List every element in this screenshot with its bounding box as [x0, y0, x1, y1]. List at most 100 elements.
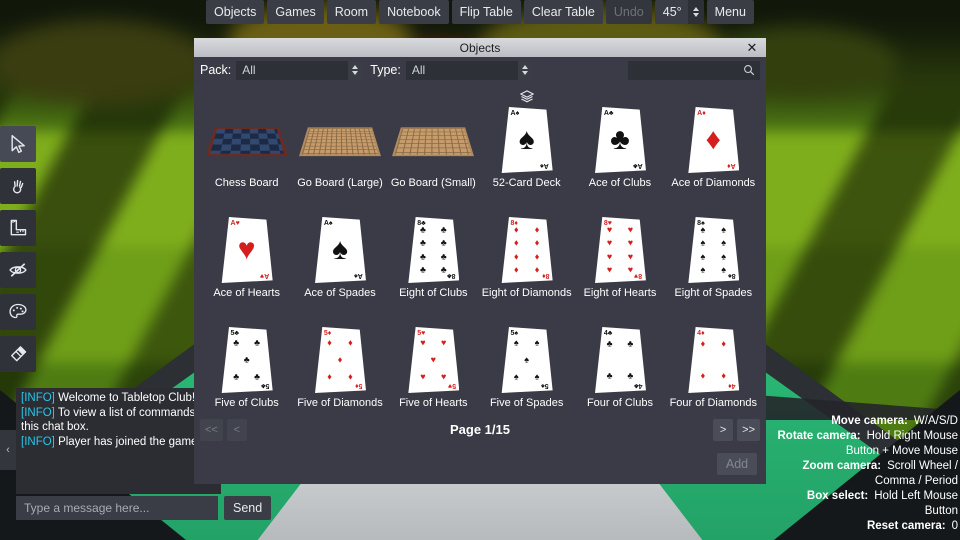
object-thumbnail: A♣ A♣ ♣ — [573, 105, 666, 175]
card-pip: ♦ — [721, 338, 726, 349]
object-item[interactable]: 5♦ 5♦ ♦ ♦ ♦ ♦ ♦ Five of Diamonds — [293, 307, 386, 417]
object-item[interactable]: 8♥ 8♥ ♥ ♥ ♥ ♥ ♥ ♥ ♥ ♥ Eight of Hearts — [573, 197, 666, 307]
card-pip: ♠ — [513, 371, 519, 382]
objects-grid: Chess Board Go Board (Large) Go Board (Sma… — [194, 83, 766, 417]
chat-log[interactable]: [INFO] Welcome to Tabletop Club! [INFO] T… — [16, 388, 221, 449]
object-item[interactable]: Go Board (Large) — [293, 87, 386, 197]
chat-line: this chat box. — [21, 420, 217, 435]
card-pip: ♥ — [237, 233, 256, 266]
card-pip: ♦ — [700, 338, 706, 349]
card-pip: ♣ — [440, 237, 447, 248]
add-button[interactable]: Add — [717, 453, 757, 475]
card-pip: ♠ — [721, 237, 727, 248]
erase-tool[interactable] — [0, 336, 36, 372]
chat-info-tag: [INFO] — [21, 406, 58, 419]
search-input[interactable] — [628, 60, 760, 80]
hint-row: Box select: Hold Left Mouse — [770, 489, 960, 504]
next-page-button[interactable]: > — [713, 419, 734, 441]
object-item[interactable]: A♣ A♣ ♣ Ace of Clubs — [573, 87, 666, 197]
hint-key: Move camera: — [831, 415, 908, 427]
pack-filter-select[interactable]: All — [236, 60, 363, 80]
object-item[interactable]: A♠ A♠ ♠ 52-Card Deck — [480, 87, 573, 197]
dialog-filters: Pack: All Type: All — [194, 57, 766, 83]
card-pip: ♦ — [534, 224, 540, 235]
hide-tool[interactable] — [0, 252, 36, 288]
card-pip: ♥ — [441, 371, 447, 382]
hint-row: Button + Move Mouse — [770, 444, 960, 459]
toolbar-notebook-button[interactable]: Notebook — [379, 0, 449, 24]
card-pip: ♠ — [721, 264, 727, 275]
card-pip: ♣ — [254, 371, 260, 382]
search-icon — [744, 65, 755, 76]
object-item[interactable]: 8♠ 8♠ ♠ ♠ ♠ ♠ ♠ ♠ ♠ ♠ Eight of Spades — [667, 197, 760, 307]
hint-value: Hold Left Mouse — [874, 490, 958, 502]
board-thumbnail — [205, 127, 288, 157]
hint-value: W/A/S/D — [913, 415, 958, 427]
chat-collapse-button[interactable]: ‹ — [0, 430, 16, 470]
object-label: Go Board (Small) — [390, 177, 476, 189]
toolbar-objects-button[interactable]: Objects — [206, 0, 265, 24]
table-front-edge — [250, 478, 710, 540]
object-item[interactable]: 5♥ 5♥ ♥ ♥ ♥ ♥ ♥ Five of Hearts — [387, 307, 480, 417]
object-item[interactable]: Go Board (Small) — [387, 87, 480, 197]
angle-stepper[interactable]: 45° — [654, 0, 704, 24]
object-thumbnail — [200, 105, 293, 175]
card-face: 8♠ 8♠ ♠ ♠ ♠ ♠ ♠ ♠ ♠ ♠ — [688, 217, 740, 283]
toolbar-clear-table-button[interactable]: Clear Table — [523, 0, 603, 24]
grab-tool[interactable] — [0, 168, 36, 204]
card-face: 8♥ 8♥ ♥ ♥ ♥ ♥ ♥ ♥ ♥ ♥ — [595, 217, 646, 283]
cursor-icon — [8, 134, 28, 154]
card-pip: ♠ — [700, 237, 706, 248]
measure-tool[interactable] — [0, 210, 36, 246]
object-item[interactable]: 8♦ 8♦ ♦ ♦ ♦ ♦ ♦ ♦ ♦ ♦ Eight of Diamonds — [480, 197, 573, 307]
object-label: Eight of Diamonds — [481, 287, 572, 299]
object-item[interactable]: 5♠ 5♠ ♠ ♠ ♠ ♠ ♠ Five of Spades — [480, 307, 573, 417]
chevron-updown-icon[interactable] — [687, 0, 704, 24]
object-label: Eight of Spades — [674, 287, 753, 299]
object-label: Five of Diamonds — [297, 397, 383, 409]
pack-filter-value: All — [242, 63, 256, 77]
card-pip: ♠ — [700, 264, 706, 275]
object-item[interactable]: 5♣ 5♣ ♣ ♣ ♣ ♣ ♣ Five of Clubs — [200, 307, 293, 417]
object-label: Chess Board — [214, 177, 279, 189]
card-pip: ♣ — [606, 338, 613, 349]
dialog-titlebar[interactable]: Objects ✕ — [194, 38, 766, 57]
select-tool[interactable] — [0, 126, 36, 162]
object-label: Ace of Hearts — [213, 287, 280, 299]
object-item[interactable]: A♠ A♠ ♠ Ace of Spades — [293, 197, 386, 307]
hint-value: Comma / Period — [874, 475, 958, 487]
card-pip: ♥ — [420, 371, 426, 382]
hint-value: Button + Move Mouse — [845, 445, 958, 457]
object-item[interactable]: 4♣ 4♣ ♣ ♣ ♣ ♣ Four of Clubs — [573, 307, 666, 417]
toolbar-flip-table-button[interactable]: Flip Table — [451, 0, 521, 24]
toolbar-room-button[interactable]: Room — [326, 0, 377, 24]
chat-input[interactable] — [16, 496, 218, 520]
object-item[interactable]: Chess Board — [200, 87, 293, 197]
object-item[interactable]: A♥ A♥ ♥ Ace of Hearts — [200, 197, 293, 307]
paint-tool[interactable] — [0, 294, 36, 330]
object-thumbnail: 8♥ 8♥ ♥ ♥ ♥ ♥ ♥ ♥ ♥ ♥ — [573, 215, 666, 285]
card-pip: ♦ — [513, 264, 519, 275]
grid-row: 5♣ 5♣ ♣ ♣ ♣ ♣ ♣ Five of Clubs 5♦ 5♦ ♦ ♦ ♦ ♦ ♦ Five of D… — [200, 307, 760, 417]
chat-info-tag: [INFO] — [21, 435, 59, 448]
hint-row: Move camera: W/A/S/D — [770, 414, 960, 429]
object-item[interactable]: A♦ A♦ ♦ Ace of Diamonds — [667, 87, 760, 197]
toolbar-menu-button[interactable]: Menu — [706, 0, 754, 24]
card-pip: ♠ — [534, 371, 540, 382]
object-label: Go Board (Large) — [297, 177, 383, 189]
card-pip: ♣ — [627, 370, 634, 381]
object-item[interactable]: 4♦ 4♦ ♦ ♦ ♦ ♦ Four of Diamonds — [667, 307, 760, 417]
object-thumbnail: 5♥ 5♥ ♥ ♥ ♥ ♥ ♥ — [387, 325, 480, 395]
card-pip: ♣ — [440, 251, 447, 262]
hint-key: Zoom camera: — [802, 460, 882, 472]
board-thumbnail — [392, 127, 475, 157]
send-button[interactable]: Send — [224, 496, 272, 520]
card-pip: ♥ — [627, 237, 634, 248]
toolbar-games-button[interactable]: Games — [267, 0, 324, 24]
object-item[interactable]: 8♣ 8♣ ♣ ♣ ♣ ♣ ♣ ♣ ♣ ♣ Eight of Clubs — [387, 197, 480, 307]
type-filter-select[interactable]: All — [405, 60, 532, 80]
last-page-button[interactable]: >> — [737, 419, 760, 441]
close-icon[interactable]: ✕ — [743, 38, 761, 57]
grid-row: A♥ A♥ ♥ Ace of Hearts A♠ A♠ ♠ Ace of Spades 8♣ 8♣… — [200, 197, 760, 307]
card-pip: ♥ — [627, 224, 634, 235]
